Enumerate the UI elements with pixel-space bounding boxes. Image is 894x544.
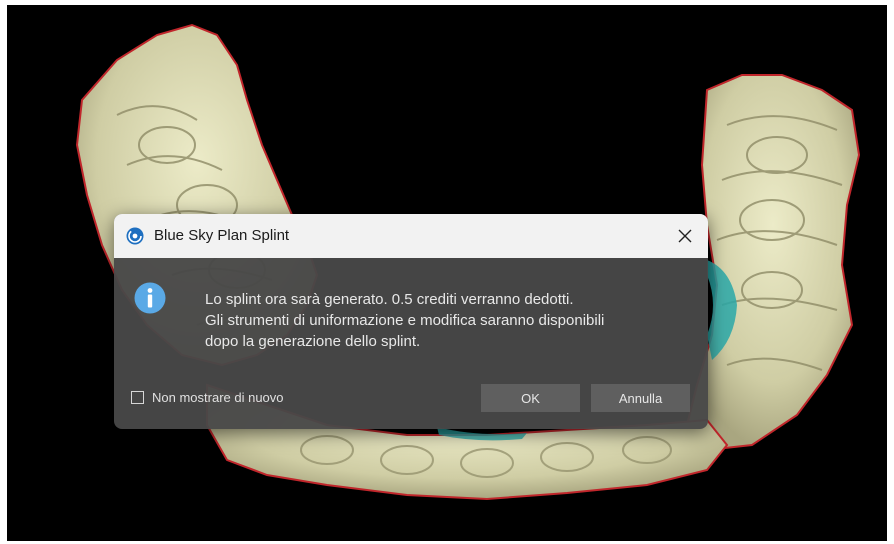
close-button[interactable] xyxy=(662,214,708,258)
cancel-button[interactable]: Annulla xyxy=(591,384,690,412)
message-line: Gli strumenti di uniformazione e modific… xyxy=(205,312,605,329)
message-line: Lo splint ora sarà generato. 0.5 crediti… xyxy=(205,291,574,308)
splint-confirmation-dialog: Blue Sky Plan Splint Lo splint ora sarà … xyxy=(114,214,708,429)
dialog-title: Blue Sky Plan Splint xyxy=(154,227,290,244)
dialog-message: Lo splint ora sarà generato. 0.5 crediti… xyxy=(205,289,604,352)
message-line: dopo la generazione dello splint. xyxy=(205,333,421,350)
blue-sky-plan-swirl-icon xyxy=(126,227,144,245)
right-molar-segment xyxy=(685,74,861,452)
close-icon xyxy=(678,229,692,243)
dialog-titlebar: Blue Sky Plan Splint xyxy=(114,214,708,258)
ok-button[interactable]: OK xyxy=(481,384,580,412)
dont-show-again-checkbox[interactable]: Non mostrare di nuovo xyxy=(131,390,284,405)
info-icon xyxy=(134,282,166,314)
checkbox-box[interactable] xyxy=(131,391,144,404)
checkbox-label: Non mostrare di nuovo xyxy=(152,390,284,405)
